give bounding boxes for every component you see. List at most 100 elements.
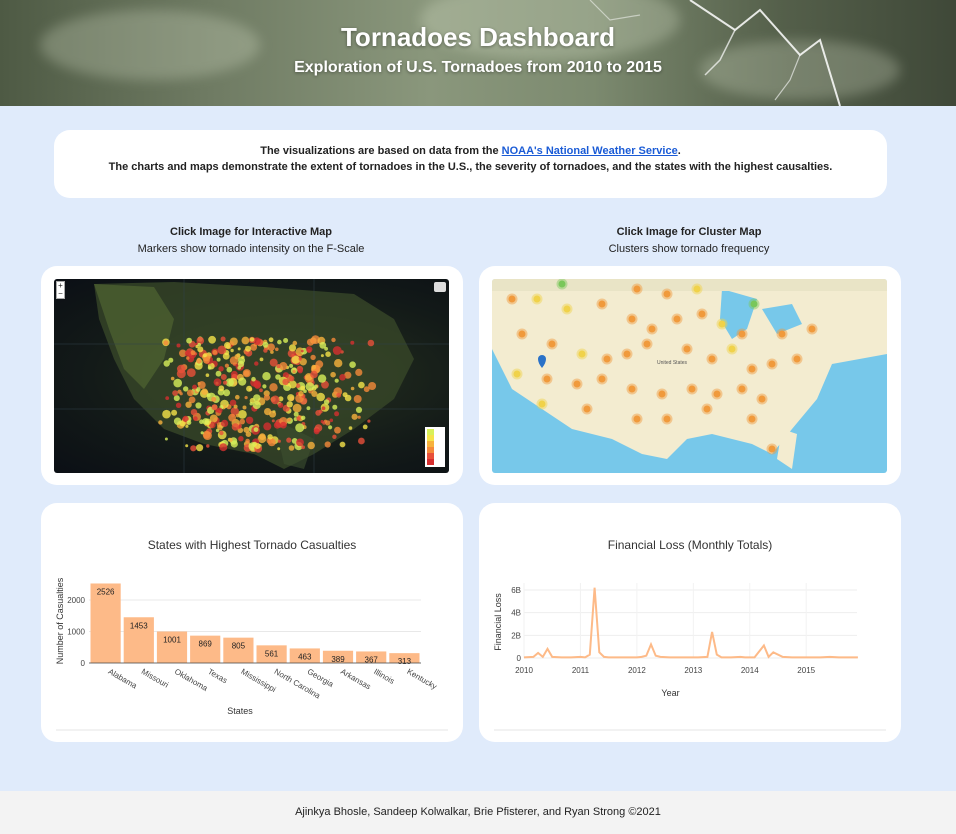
cluster-marker[interactable] [778, 330, 786, 338]
cluster-marker[interactable] [738, 330, 746, 338]
cluster-marker[interactable] [728, 345, 736, 353]
cluster-marker[interactable] [628, 315, 636, 323]
bar-value-label: 561 [265, 649, 279, 658]
info-text: The visualizations are based on data fro… [260, 145, 502, 157]
tornado-marker [205, 373, 210, 377]
cluster-marker[interactable] [673, 315, 681, 323]
cluster-marker[interactable] [708, 355, 716, 363]
tornado-marker [190, 445, 197, 452]
tornado-marker [331, 337, 336, 343]
tornado-marker [291, 353, 295, 357]
tornado-marker [330, 371, 336, 378]
tornado-marker [203, 357, 210, 364]
cluster-marker[interactable] [793, 355, 801, 363]
cluster-marker[interactable] [750, 300, 758, 308]
cluster-marker[interactable] [558, 280, 566, 288]
cluster-marker[interactable] [748, 365, 756, 373]
footer: Ajinkya Bhosle, Sandeep Kolwalkar, Brie … [0, 791, 956, 834]
cluster-marker[interactable] [603, 355, 611, 363]
tornado-marker [216, 357, 221, 362]
cluster-marker[interactable] [598, 375, 606, 383]
cluster-marker[interactable] [768, 360, 776, 368]
cluster-marker[interactable] [688, 385, 696, 393]
cluster-marker[interactable] [663, 290, 671, 298]
tornado-marker [334, 426, 341, 434]
info-line-2: The charts and maps demonstrate the exte… [108, 161, 833, 173]
cluster-marker[interactable] [658, 390, 666, 398]
tornado-intensity-map [54, 279, 449, 473]
zoom-control[interactable]: + − [56, 281, 65, 299]
tornado-marker [298, 357, 302, 361]
tornado-marker [185, 401, 192, 408]
cluster-marker[interactable] [663, 415, 671, 423]
tornado-marker [241, 336, 250, 345]
cluster-marker[interactable] [573, 380, 581, 388]
financial-loss-line[interactable] [523, 587, 858, 659]
cluster-marker[interactable] [648, 325, 656, 333]
cluster-marker[interactable] [518, 330, 526, 338]
cluster-marker[interactable] [633, 415, 641, 423]
cluster-marker[interactable] [718, 320, 726, 328]
cluster-marker[interactable] [738, 385, 746, 393]
cluster-marker[interactable] [583, 405, 591, 413]
cluster-marker[interactable] [548, 340, 556, 348]
cluster-map-image[interactable]: United States [492, 279, 887, 473]
tornado-marker [196, 358, 202, 364]
tornado-marker [275, 347, 279, 352]
cluster-marker[interactable] [508, 295, 516, 303]
y-tick-label: 6B [511, 586, 521, 595]
cluster-marker[interactable] [538, 400, 546, 408]
cluster-marker[interactable] [713, 390, 721, 398]
info-line-1: The visualizations are based on data fro… [54, 143, 887, 159]
tornado-marker [173, 417, 182, 425]
cluster-marker[interactable] [543, 375, 551, 383]
cluster-marker[interactable] [513, 370, 521, 378]
tornado-marker [301, 415, 306, 420]
tornado-marker [233, 404, 238, 409]
cluster-marker[interactable] [628, 385, 636, 393]
interactive-map-image[interactable]: + − [54, 279, 449, 473]
cluster-marker[interactable] [633, 285, 641, 293]
tornado-marker [325, 351, 331, 357]
tornado-marker [355, 368, 363, 376]
tornado-marker [306, 338, 315, 346]
cluster-marker[interactable] [533, 295, 541, 303]
noaa-link[interactable]: NOAA's National Weather Service [502, 145, 678, 157]
tornado-marker [223, 380, 228, 385]
cluster-marker[interactable] [808, 325, 816, 333]
cluster-marker[interactable] [693, 285, 701, 293]
tornado-marker [317, 374, 327, 383]
layers-icon[interactable] [434, 282, 446, 292]
tornado-marker [197, 342, 201, 347]
tornado-marker [367, 419, 371, 423]
cluster-marker[interactable] [643, 340, 651, 348]
cluster-marker[interactable] [758, 395, 766, 403]
tornado-marker [306, 346, 313, 353]
tornado-marker [226, 366, 233, 373]
cluster-marker[interactable] [578, 350, 586, 358]
tornado-marker [353, 395, 362, 403]
cluster-marker[interactable] [748, 415, 756, 423]
cluster-marker[interactable] [698, 310, 706, 318]
cluster-map-subtitle: Clusters show tornado frequency [608, 243, 770, 255]
cluster-marker[interactable] [683, 345, 691, 353]
tornado-marker [329, 418, 334, 423]
tornado-marker [238, 410, 247, 419]
tornado-marker [253, 427, 259, 432]
tornado-marker [350, 386, 355, 391]
tornado-marker [220, 374, 227, 380]
tornado-marker [351, 413, 358, 420]
cluster-marker[interactable] [623, 350, 631, 358]
cluster-marker[interactable] [768, 445, 776, 453]
cluster-marker[interactable] [563, 305, 571, 313]
tornado-marker [164, 437, 168, 441]
tornado-marker [228, 413, 237, 422]
fscale-legend [425, 427, 445, 467]
cluster-marker[interactable] [703, 405, 711, 413]
bar-value-label: 1453 [130, 621, 148, 630]
tornado-marker [295, 423, 305, 433]
cluster-marker[interactable] [598, 300, 606, 308]
zoom-out-button[interactable]: − [57, 290, 64, 298]
x-tick-label: 2015 [797, 666, 815, 675]
interactive-map-subtitle: Markers show tornado intensity on the F-… [137, 243, 365, 255]
